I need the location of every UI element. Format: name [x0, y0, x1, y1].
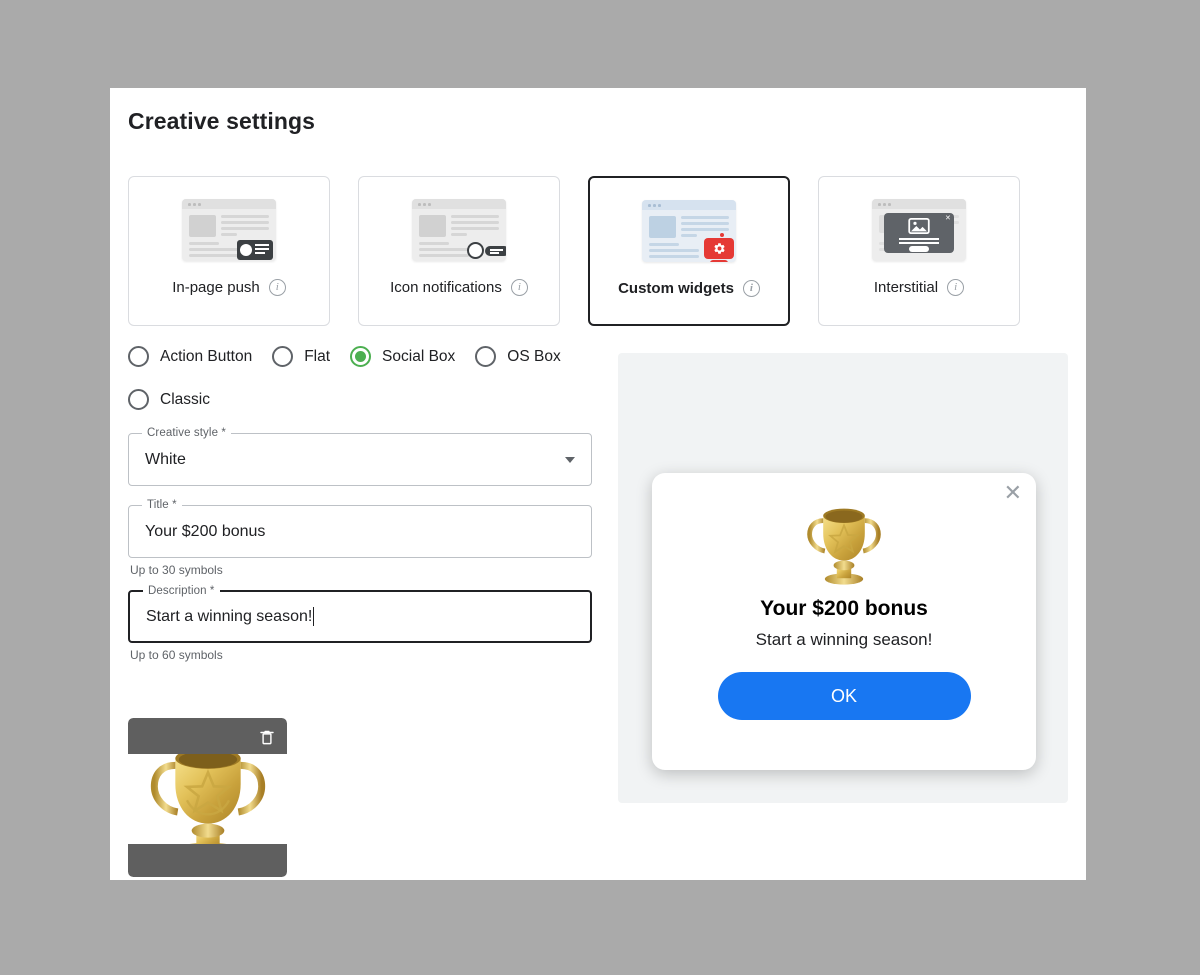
radio-flat[interactable]: Flat — [272, 346, 330, 367]
gear-icon — [713, 243, 725, 254]
title-value: Your $200 bonus — [145, 522, 266, 540]
creative-type-card-interstitial[interactable]: ✕ Interstitial i — [818, 176, 1020, 326]
icon-notifications-mock-icon — [407, 197, 511, 265]
creative-type-card-in-page-push[interactable]: In-page push i — [128, 176, 330, 326]
widget-style-radio-row-1: Action Button Flat Social Box OS Box — [128, 346, 598, 367]
creative-style-select[interactable]: Creative style * White — [128, 427, 592, 486]
radio-classic[interactable]: Classic — [128, 389, 210, 410]
description-field[interactable]: Description * Start a winning season! — [128, 585, 592, 643]
in-page-push-mock-icon — [177, 197, 281, 265]
creative-type-card-label: In-page push i — [172, 279, 286, 296]
preview-ok-button[interactable]: OK — [717, 672, 971, 720]
creative-form: Creative style * White Title * Your $200… — [128, 427, 592, 675]
radio-label: Action Button — [160, 347, 253, 365]
radio-circle-icon — [475, 346, 497, 367]
interstitial-mock-icon: ✕ — [867, 197, 971, 265]
creative-type-card-icon-notifications[interactable]: Icon notifications i — [358, 176, 560, 326]
description-label: Description * — [143, 585, 220, 597]
creative-type-label-text: Icon notifications — [390, 279, 502, 296]
info-icon[interactable]: i — [742, 280, 760, 297]
chevron-down-icon[interactable] — [565, 456, 575, 463]
custom-widgets-mock-icon — [637, 198, 741, 266]
radio-label: OS Box — [507, 347, 561, 365]
thumbnail-bottom-band — [128, 844, 287, 877]
radio-social-box[interactable]: Social Box — [350, 346, 455, 367]
trash-icon[interactable] — [258, 727, 276, 747]
radio-circle-icon — [128, 389, 149, 410]
creative-style-label: Creative style * — [142, 427, 231, 439]
preview-description: Start a winning season! — [755, 630, 933, 649]
creative-type-card-custom-widgets[interactable]: Custom widgets i — [588, 176, 790, 326]
creative-style-field[interactable]: Creative style * White — [128, 427, 592, 486]
title-input[interactable]: Title * Your $200 bonus — [128, 499, 592, 558]
creative-image-thumbnail[interactable] — [128, 718, 287, 877]
radio-action-button[interactable]: Action Button — [128, 346, 252, 367]
close-icon[interactable]: ✕ — [1004, 483, 1022, 505]
creative-type-label-text: Custom widgets — [618, 280, 734, 297]
text-caret — [313, 607, 315, 626]
creative-style-value: White — [145, 450, 186, 468]
image-placeholder-icon — [908, 218, 930, 234]
radio-label: Classic — [160, 390, 210, 408]
info-icon[interactable]: i — [268, 279, 286, 296]
creative-type-card-label: Icon notifications i — [390, 279, 528, 296]
title-label: Title * — [142, 499, 182, 511]
widget-style-radio-row-2: Classic — [128, 389, 598, 410]
creative-type-card-list: In-page push i Icon notifications i Cust… — [128, 176, 1020, 326]
title-field[interactable]: Title * Your $200 bonus — [128, 499, 592, 558]
title-hint: Up to 30 symbols — [130, 563, 223, 577]
description-input[interactable]: Description * Start a winning season! — [128, 585, 592, 643]
preview-title: Your $200 bonus — [760, 597, 928, 620]
radio-label: Flat — [304, 347, 331, 365]
preview-trophy-image — [796, 495, 892, 591]
radio-label: Social Box — [382, 347, 456, 365]
description-hint: Up to 60 symbols — [130, 648, 223, 662]
creative-preview-panel: ✕ Your $200 bonus Start a winning season… — [618, 353, 1068, 803]
radio-circle-icon — [272, 346, 294, 367]
field-spacer — [128, 486, 592, 505]
radio-os-box[interactable]: OS Box — [475, 346, 561, 367]
creative-type-card-label: Interstitial i — [873, 279, 965, 296]
preview-widget: ✕ Your $200 bonus Start a winning season… — [652, 473, 1036, 770]
creative-settings-panel: Creative settings In-page push i Icon no… — [110, 88, 1086, 880]
description-value: Start a winning season! — [146, 607, 313, 625]
creative-type-label-text: In-page push — [172, 279, 260, 296]
widget-style-radio-group: Action Button Flat Social Box OS Box Cla… — [128, 346, 598, 410]
page-title: Creative settings — [128, 108, 316, 134]
info-icon[interactable]: i — [510, 279, 528, 296]
radio-circle-icon — [128, 346, 149, 367]
creative-type-label-text: Interstitial — [873, 279, 939, 296]
info-icon[interactable]: i — [947, 279, 965, 296]
radio-circle-selected-icon — [350, 346, 372, 367]
creative-type-card-label: Custom widgets i — [618, 280, 760, 297]
